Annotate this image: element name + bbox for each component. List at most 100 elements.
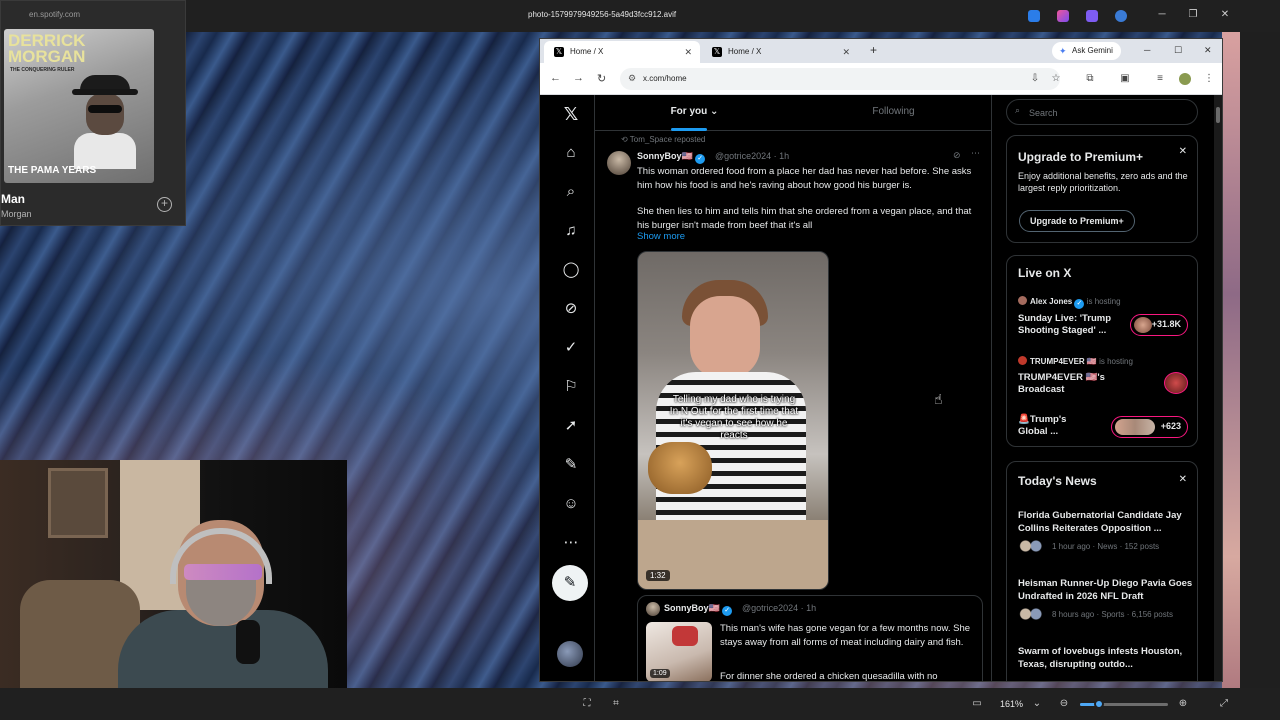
tab-label: Home / X <box>728 47 762 56</box>
news-title: Today's News <box>1018 474 1097 488</box>
gemini-icon: ✦ <box>1059 46 1067 56</box>
zoom-slider[interactable] <box>1080 699 1168 709</box>
home-icon[interactable]: ⌂ <box>560 142 582 164</box>
quote-author-name-text: SonnyBoy🇺🇸 <box>664 603 720 613</box>
live-host[interactable]: Alex Jones ✓ is hosting <box>1018 296 1121 309</box>
news-meta: 1 hour ago · News · 152 posts <box>1018 540 1194 552</box>
close-icon[interactable]: ✕ <box>1218 8 1232 22</box>
reload-icon[interactable]: ↻ <box>597 72 606 85</box>
bookmark-star-icon[interactable]: ☆ <box>1050 73 1062 85</box>
scrollbar-thumb[interactable] <box>1216 107 1220 123</box>
upgrade-premium-button[interactable]: Upgrade to Premium+ <box>1019 210 1135 232</box>
x-app: 𝕏 ⌂ ⌕ ♫ ◯ ⊘ ✓ ⚐ ➚ ✎ ☺ ⋯ ✎ For you ⌄ Foll… <box>540 95 1222 681</box>
add-to-library-icon[interactable]: + <box>157 197 172 212</box>
viewer-side-strip <box>1240 32 1280 688</box>
zoom-out-icon[interactable]: ⊖ <box>1058 698 1070 710</box>
live-space-title[interactable]: TRUMP4EVER 🇺🇸's Broadcast <box>1018 372 1118 396</box>
url-bar[interactable]: ⚙ x.com/home <box>620 68 1060 90</box>
crop-icon[interactable]: ⛶ <box>581 698 593 710</box>
live-host-avatar-badge[interactable] <box>1164 372 1188 394</box>
maximize-icon[interactable]: ❐ <box>1186 8 1200 22</box>
scan-icon[interactable]: ⌗ <box>610 698 622 710</box>
profile-avatar-icon[interactable] <box>1179 73 1191 85</box>
listener-count: +31.8K <box>1151 319 1181 329</box>
new-tab-icon[interactable]: + <box>870 43 877 57</box>
close-icon[interactable]: ✕ <box>1179 146 1187 157</box>
post-compose-button[interactable]: ✎ <box>552 565 588 601</box>
fit-screen-icon[interactable]: ▭ <box>971 698 983 710</box>
grok-tweet-icon[interactable]: ⊘ <box>953 150 961 161</box>
live-listeners-badge[interactable]: +623 <box>1111 416 1188 438</box>
extensions-icon[interactable]: ⧉ <box>1084 73 1096 85</box>
forward-icon[interactable]: → <box>573 72 584 84</box>
zoom-level[interactable]: 161% <box>1000 699 1023 709</box>
tweet-more-icon[interactable]: ⋯ <box>971 148 980 159</box>
browser-minimize-icon[interactable]: ─ <box>1144 45 1150 55</box>
tab-for-you[interactable]: For you ⌄ <box>595 95 794 131</box>
live-listeners-badge[interactable]: +31.8K <box>1130 314 1188 336</box>
browser-close-icon[interactable]: ✕ <box>1204 45 1212 56</box>
profile-icon[interactable]: ☺ <box>560 493 582 515</box>
tab-search-icon[interactable]: ▣ <box>1119 73 1131 85</box>
news-item[interactable]: Swarm of lovebugs infests Houston, Texas… <box>1018 646 1194 671</box>
back-icon[interactable]: ← <box>550 72 561 84</box>
live-host[interactable]: TRUMP4EVER 🇺🇸 is hosting <box>1018 356 1133 366</box>
tweet-text-paragraph: She then lies to him and tells him that … <box>637 206 972 231</box>
wallpaper-edge <box>1222 32 1240 688</box>
browser-menu-icon[interactable]: ⋮ <box>1203 73 1215 85</box>
close-tab-icon[interactable]: ✕ <box>684 41 692 63</box>
ask-gemini-button[interactable]: ✦ Ask Gemini <box>1052 42 1121 60</box>
designer-app-icon[interactable] <box>1057 10 1069 22</box>
cloud-icon[interactable] <box>1115 10 1127 22</box>
tab-home-x[interactable]: 𝕏 Home / X ✕ <box>702 41 858 63</box>
verified-badge-icon: ✓ <box>1074 299 1085 309</box>
jobs-rocket-icon[interactable]: ➚ <box>560 415 582 437</box>
active-tab-indicator <box>671 128 707 131</box>
tweet-author-name[interactable]: SonnyBoy🇺🇸 ✓ <box>637 151 706 164</box>
news-item[interactable]: Heisman Runner-Up Diego Pavia Goes Undra… <box>1018 578 1194 620</box>
browser-maximize-icon[interactable]: ☐ <box>1174 45 1182 56</box>
page-scrollbar[interactable] <box>1214 95 1222 681</box>
url-text[interactable]: x.com/home <box>643 74 687 83</box>
home-timeline: For you ⌄ Following ⟲ Tom_Space reposted… <box>594 95 992 681</box>
tweet-author-handle[interactable]: @gotrice2024 · 1h <box>715 151 789 161</box>
news-meta: 8 hours ago · Sports · 6,156 posts <box>1018 608 1194 620</box>
search-icon[interactable]: ⌕ <box>560 181 582 203</box>
articles-edit-icon[interactable]: ✎ <box>560 454 582 476</box>
repost-indicator[interactable]: ⟲ Tom_Space reposted <box>621 135 705 144</box>
live-space-title[interactable]: Sunday Live: 'Trump Shooting Staged' ... <box>1018 313 1118 337</box>
fullscreen-icon[interactable]: ⤢ <box>1218 698 1230 710</box>
edit-app-icon[interactable] <box>1028 10 1040 22</box>
chevron-down-icon[interactable]: ⌄ <box>1031 698 1043 710</box>
news-item[interactable]: Florida Gubernatorial Candidate Jay Coll… <box>1018 510 1194 552</box>
live-space-title[interactable]: 🚨Trump's Global ... <box>1018 414 1098 438</box>
notifications-bell-icon[interactable]: ♫ <box>560 220 582 242</box>
zoom-in-icon[interactable]: ⊕ <box>1177 698 1189 710</box>
tab-following[interactable]: Following <box>794 95 991 131</box>
media-control-icon[interactable]: ≡ <box>1154 73 1166 85</box>
grok-icon[interactable]: ⊘ <box>560 298 582 320</box>
search-input[interactable]: ⌕ Search <box>1006 99 1198 125</box>
account-avatar[interactable] <box>557 641 583 667</box>
tab-home-x-active[interactable]: 𝕏 Home / X ✕ <box>544 41 700 63</box>
x-logo-icon[interactable]: 𝕏 <box>560 103 582 125</box>
track-title: Man <box>1 192 25 206</box>
tweet-author-avatar[interactable] <box>607 151 631 175</box>
close-icon[interactable]: ✕ <box>1179 474 1187 485</box>
tweet-video[interactable]: Telling my dad who is trying In N Out fo… <box>637 251 829 590</box>
close-tab-icon[interactable]: ✕ <box>842 41 850 63</box>
install-app-icon[interactable]: ⇩ <box>1029 73 1041 85</box>
minimize-icon[interactable]: ─ <box>1155 8 1169 22</box>
more-icon[interactable]: ⋯ <box>560 532 582 554</box>
album-portrait <box>72 75 138 169</box>
bookmarks-icon[interactable]: ⚐ <box>560 376 582 398</box>
messages-chat-icon[interactable]: ◯ <box>560 259 582 281</box>
site-info-icon[interactable]: ⚙ <box>628 73 636 84</box>
quote-video-thumbnail[interactable]: 1:09 <box>646 622 712 681</box>
verified-orgs-icon[interactable]: ✓ <box>560 337 582 359</box>
album-artist-text: DERRICK MORGAN <box>8 31 86 66</box>
news-headline: Heisman Runner-Up Diego Pavia Goes Undra… <box>1018 578 1193 602</box>
quoted-tweet[interactable]: SonnyBoy🇺🇸 ✓ @gotrice2024 · 1h 1:09 This… <box>637 595 983 681</box>
video-app-icon[interactable] <box>1086 10 1098 22</box>
show-more-link[interactable]: Show more <box>637 231 685 242</box>
